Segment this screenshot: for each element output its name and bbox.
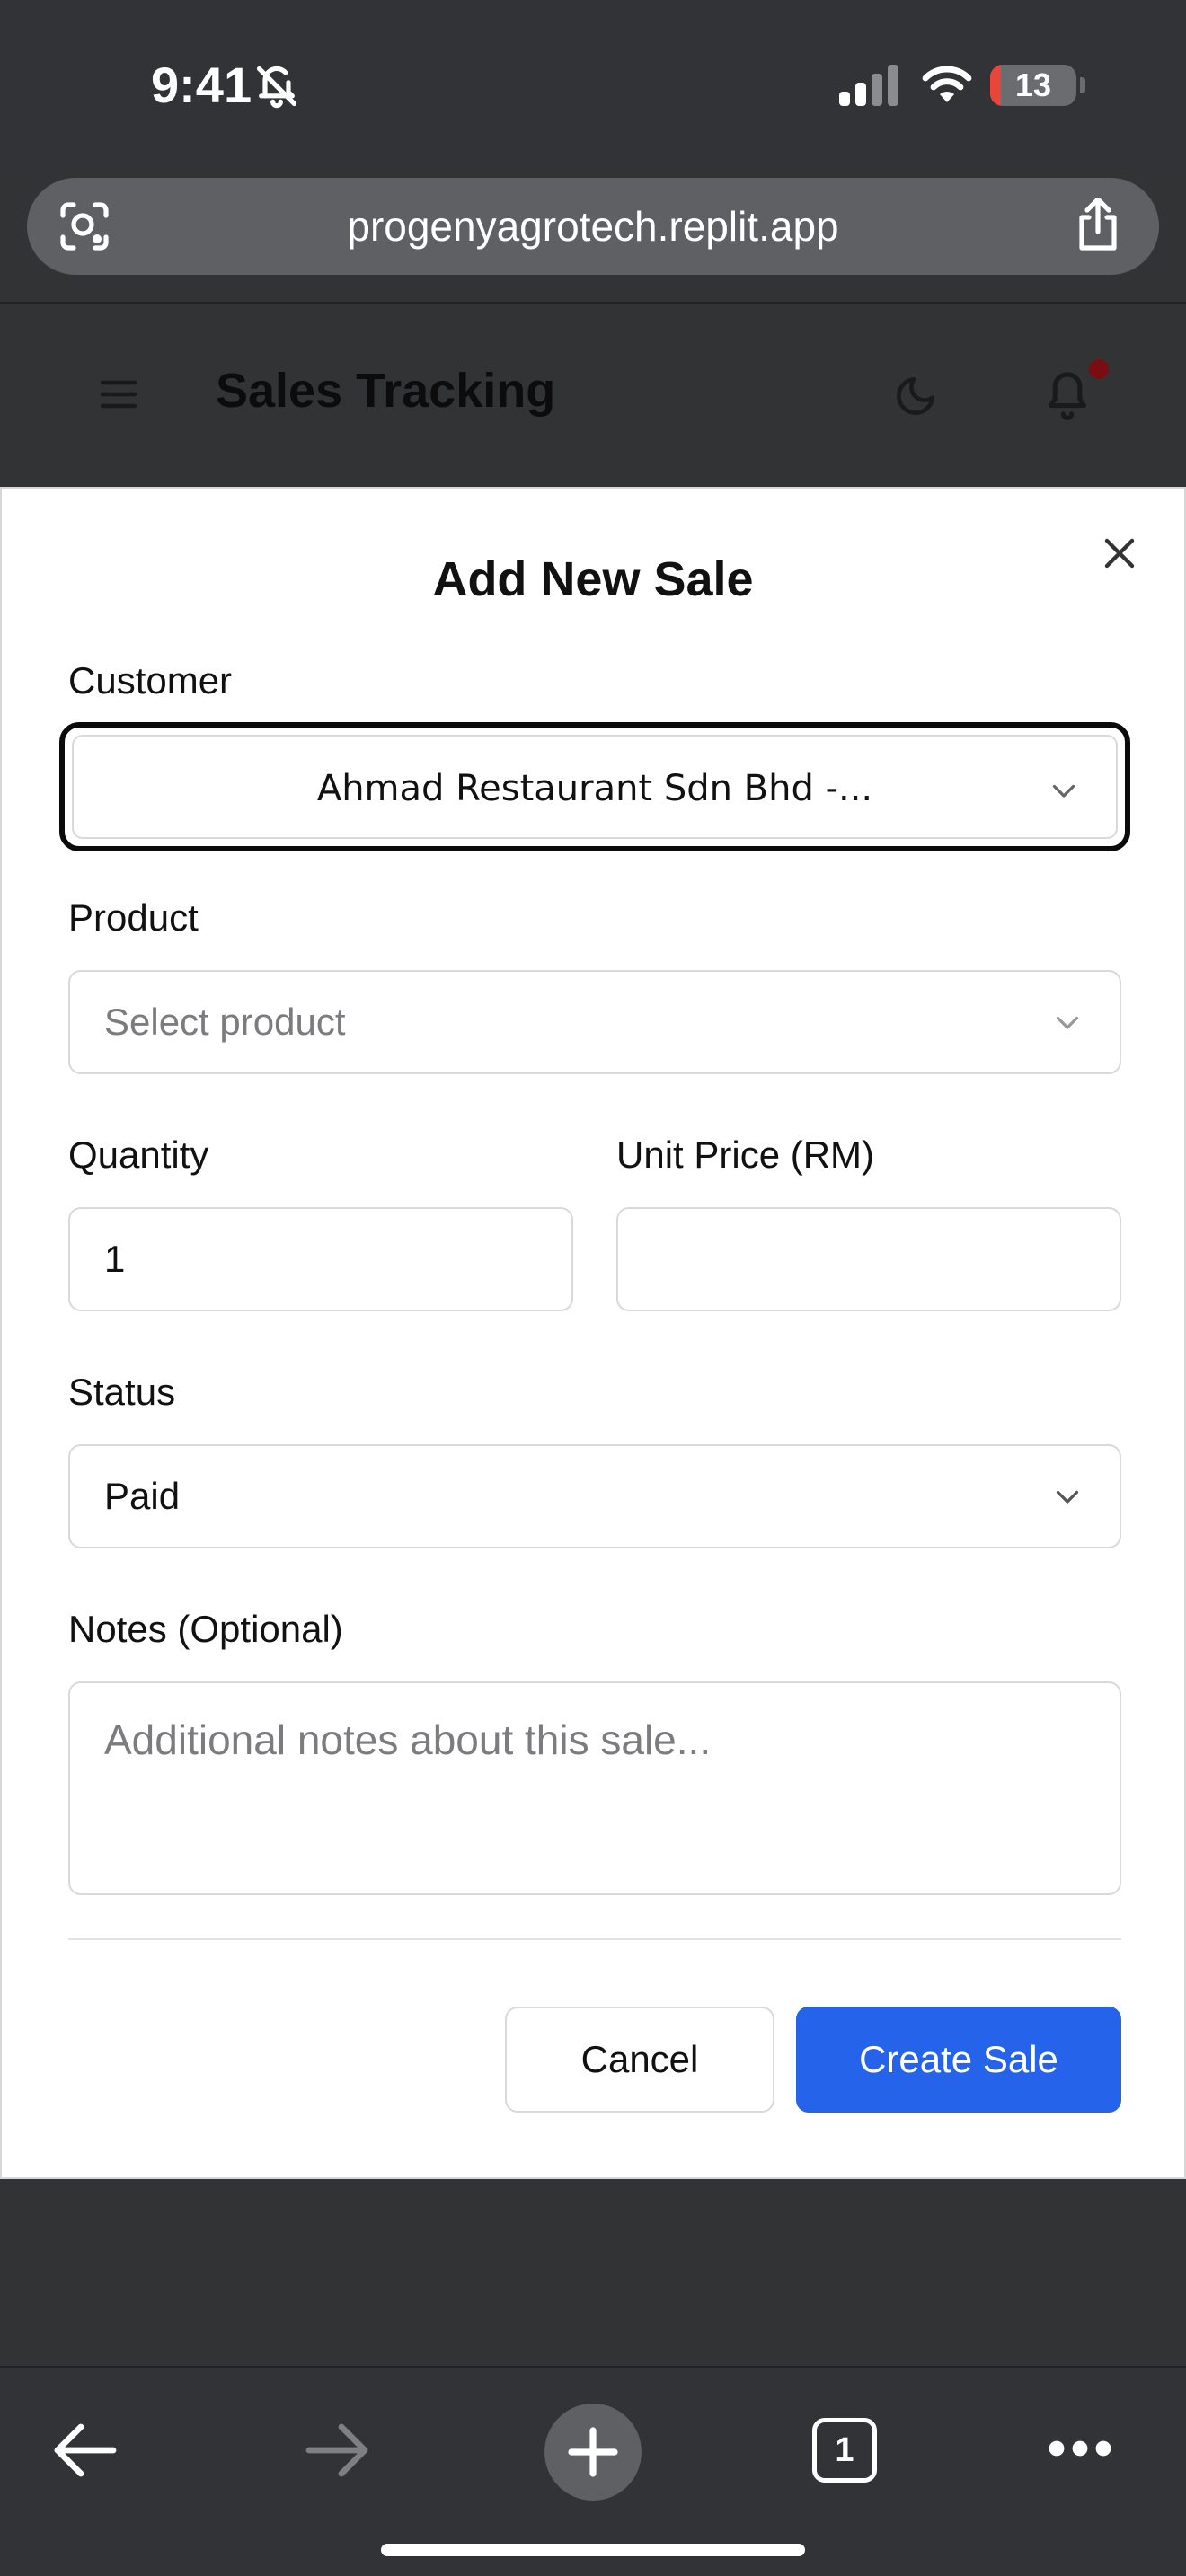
create-sale-button[interactable]: Create Sale (796, 2007, 1121, 2113)
home-indicator (381, 2544, 805, 2556)
customer-select-value: Ahmad Restaurant Sdn Bhd -... (316, 768, 873, 809)
forward-arrow-icon[interactable] (304, 2422, 372, 2479)
status-select-value: Paid (104, 1475, 181, 1517)
quantity-label: Quantity (68, 1134, 209, 1176)
app-header: Sales Tracking (0, 302, 1186, 487)
battery-indicator: 13 (990, 65, 1076, 106)
more-options-icon[interactable] (1048, 2436, 1112, 2461)
page-title: Sales Tracking (216, 364, 556, 418)
notification-badge (1089, 359, 1109, 379)
add-sale-dialog: Add New Sale Customer Ahmad Restaurant S… (0, 487, 1186, 2179)
plus-icon (568, 2427, 618, 2477)
customer-select-inner[interactable]: Ahmad Restaurant Sdn Bhd -... (72, 735, 1118, 839)
product-label: Product (68, 896, 199, 939)
dark-mode-toggle-icon[interactable] (893, 374, 938, 419)
cellular-signal-icon (839, 65, 898, 106)
status-time: 9:41 (151, 57, 252, 113)
cancel-button[interactable]: Cancel (505, 2007, 774, 2113)
chevron-down-icon (1056, 1490, 1079, 1504)
customer-label: Customer (68, 659, 233, 701)
tab-switcher-button[interactable]: 1 (812, 2418, 877, 2483)
new-tab-button[interactable] (544, 2404, 642, 2501)
url-text[interactable]: progenyagrotech.replit.app (27, 178, 1159, 275)
quantity-input[interactable]: 1 (68, 1207, 573, 1311)
notification-bell-icon[interactable] (1042, 368, 1093, 422)
customer-select[interactable]: Ahmad Restaurant Sdn Bhd -... (59, 722, 1130, 851)
battery-level: 13 (1014, 66, 1052, 103)
notes-label: Notes (Optional) (68, 1608, 343, 1650)
status-select[interactable]: Paid (68, 1444, 1121, 1548)
notes-placeholder: Additional notes about this sale... (104, 1716, 712, 1763)
unit-price-input[interactable] (616, 1207, 1121, 1311)
status-bar: 9:41 13 (0, 0, 1186, 171)
notes-textarea[interactable]: Additional notes about this sale... (68, 1681, 1121, 1895)
dialog-title: Add New Sale (432, 552, 754, 606)
back-arrow-icon[interactable] (50, 2422, 119, 2479)
chevron-down-icon (1052, 784, 1075, 798)
chevron-down-icon (1056, 1016, 1079, 1029)
bell-off-icon (256, 66, 297, 109)
battery-tip (1080, 77, 1085, 93)
address-bar[interactable]: progenyagrotech.replit.app (27, 178, 1159, 275)
dialog-divider (68, 1938, 1121, 1940)
hamburger-menu-icon[interactable] (101, 379, 137, 410)
status-label: Status (68, 1371, 176, 1413)
unit-price-label: Unit Price (RM) (616, 1134, 875, 1176)
product-select-placeholder: Select product (104, 1001, 346, 1043)
share-icon[interactable] (1073, 198, 1123, 251)
product-select[interactable]: Select product (68, 970, 1121, 1074)
browser-toolbar: 1 (0, 2366, 1186, 2576)
quantity-input-value: 1 (104, 1238, 126, 1280)
wifi-icon (922, 66, 972, 102)
